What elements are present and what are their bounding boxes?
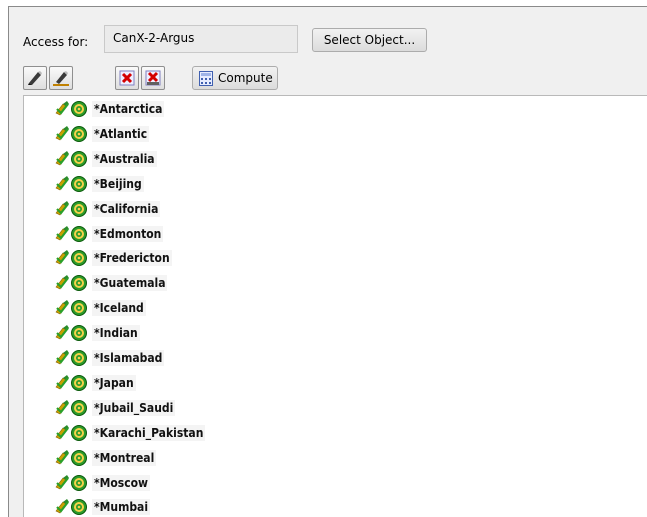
tree-item[interactable]: *Iceland <box>54 297 146 319</box>
access-target-icon <box>55 474 87 491</box>
access-target-icon <box>55 275 87 292</box>
tree-item-label: *Atlantic <box>92 125 150 142</box>
compute-button[interactable]: Compute <box>192 66 278 90</box>
access-target-icon <box>55 374 87 391</box>
access-target-icon <box>55 250 87 267</box>
access-target-icon <box>55 175 87 192</box>
tree-item[interactable]: *Atlantic <box>54 123 150 145</box>
tree-item-icons <box>54 200 90 218</box>
access-target-icon <box>55 399 87 416</box>
access-target-icon <box>55 424 87 441</box>
compute-label: Compute <box>218 71 273 85</box>
tree-item-label: *Japan <box>92 374 136 391</box>
access-row: Access for: CanX-2-Argus Select Object..… <box>9 7 647 63</box>
calculator-icon <box>199 71 213 86</box>
tree-item[interactable]: *Indian <box>54 322 140 344</box>
tree-item-icons <box>54 175 90 193</box>
access-target-icon <box>55 300 87 317</box>
access-target-icon <box>55 101 87 117</box>
tree-item-icons <box>54 374 90 392</box>
tree-item-label: *Indian <box>92 325 140 342</box>
tree-item-label: *Montreal <box>92 449 157 466</box>
tree-item[interactable]: *Beijing <box>54 173 144 195</box>
tree-item-icons <box>54 299 90 317</box>
tree-item-icons <box>54 474 90 492</box>
tree-item-label: *Beijing <box>92 175 144 192</box>
access-target-icon <box>55 325 87 342</box>
tree-item-label: *Moscow <box>92 474 151 491</box>
tree-item[interactable]: *Guatemala <box>54 272 168 294</box>
access-target-icon <box>55 150 87 167</box>
delete-all-icon <box>145 70 161 86</box>
select-object-button[interactable]: Select Object... <box>312 28 427 52</box>
tree-item-label: *California <box>92 200 161 217</box>
delete-all-button[interactable] <box>141 66 165 90</box>
tree-item-icons <box>54 249 90 267</box>
tree-item-icons <box>54 125 90 143</box>
tree-item-label: *Guatemala <box>92 275 168 292</box>
tree-item[interactable]: *Jubail_Saudi <box>54 397 176 419</box>
tree-item[interactable]: *Moscow <box>54 472 151 494</box>
tree-item-label: *Australia <box>92 150 157 167</box>
tree-item[interactable]: *Islamabad <box>54 347 165 369</box>
access-target-icon <box>55 499 87 516</box>
access-label: Access for: <box>23 35 89 49</box>
tree-item-icons <box>54 498 90 516</box>
tree-item-icons <box>54 324 90 342</box>
toolbar <box>9 66 647 96</box>
delete-icon <box>119 70 135 86</box>
tree-item-icons <box>54 349 90 367</box>
tree-item-icons <box>54 150 90 168</box>
pen-button[interactable] <box>23 66 47 90</box>
access-target-icon <box>55 350 87 366</box>
tree-item-icons <box>54 399 90 417</box>
tree-item[interactable]: *Japan <box>54 372 136 394</box>
tree-item[interactable]: *California <box>54 198 161 220</box>
tree-item[interactable]: *Edmonton <box>54 223 164 245</box>
access-target-icon <box>55 449 87 466</box>
object-tree: *Antarctica *Atlantic *Australia *Beijing *C… <box>23 95 647 517</box>
tree-item[interactable]: *Montreal <box>54 447 157 469</box>
tree-item-label: *Antarctica <box>92 101 165 117</box>
tree-item[interactable]: *Mumbai <box>54 496 151 517</box>
tree-item-icons <box>54 449 90 467</box>
tree-item-icons <box>54 225 90 243</box>
pen-icon <box>28 71 42 85</box>
access-object-field[interactable]: CanX-2-Argus <box>104 25 298 53</box>
delete-button[interactable] <box>115 66 139 90</box>
tree-item-label: *Edmonton <box>92 225 164 242</box>
tree-item[interactable]: *Karachi_Pakistan <box>54 422 206 444</box>
access-target-icon <box>55 200 87 217</box>
tree-item-icons <box>54 274 90 292</box>
pen-edit-button[interactable] <box>49 66 73 90</box>
tree-item[interactable]: *Fredericton <box>54 247 172 269</box>
tree-item-label: *Iceland <box>92 300 146 317</box>
pen-edit-icon <box>53 71 69 86</box>
tree-item-icons <box>54 100 90 118</box>
tree-item-label: *Mumbai <box>92 499 151 516</box>
access-target-icon <box>55 225 87 242</box>
tree-item[interactable]: *Antarctica <box>54 98 165 120</box>
tree-item[interactable]: *Australia <box>54 148 157 170</box>
tree-item-label: *Jubail_Saudi <box>92 399 176 416</box>
tree-item-label: *Fredericton <box>92 250 172 267</box>
tree-item-label: *Islamabad <box>92 350 165 366</box>
access-target-icon <box>55 125 87 142</box>
access-panel: Access for: CanX-2-Argus Select Object..… <box>8 6 647 517</box>
tree-item-label: *Karachi_Pakistan <box>92 424 206 441</box>
tree-item-icons <box>54 424 90 442</box>
